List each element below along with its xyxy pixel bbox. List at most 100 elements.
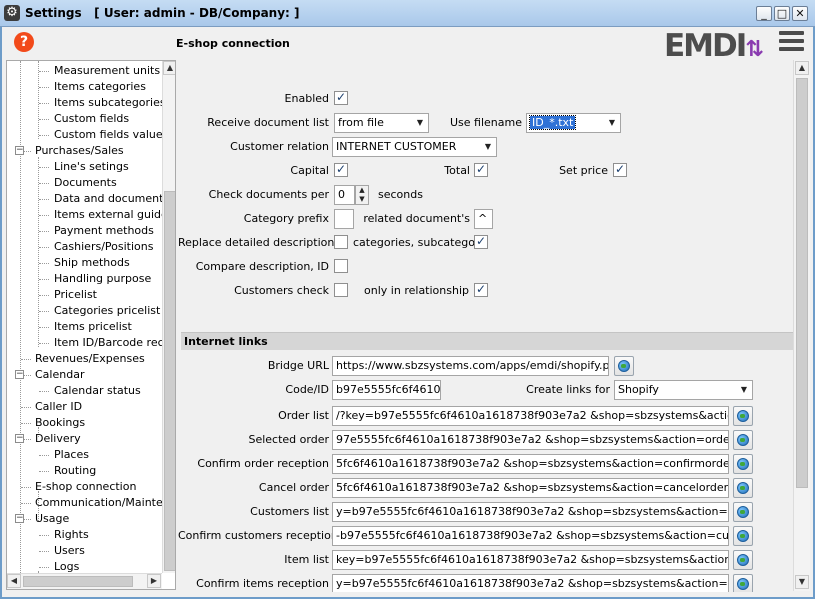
set-price-checkbox[interactable] [613,162,627,177]
tree-item[interactable]: Calendar status [52,383,141,399]
collapse-icon[interactable]: − [15,370,24,379]
collapse-icon[interactable]: − [15,434,24,443]
tree-connector [39,71,49,72]
bridge-url-input[interactable]: https://www.sbzsystems.com/apps/emdi/sho… [332,356,609,376]
total-checkbox[interactable] [474,162,488,177]
eshop-connection-form: Enabled Receive document list from file ▼… [178,60,793,592]
settings-tree[interactable]: Measurement units Items categories Items s… [6,60,176,590]
check-documents-input[interactable]: 0 [334,185,355,205]
check-documents-spinner[interactable]: ▲ ▼ [355,185,369,205]
tree-item[interactable]: Measurement units [52,63,160,79]
only-in-relationship-checkbox[interactable] [474,282,488,297]
globe-icon[interactable] [733,406,753,426]
tree-item[interactable]: Items external guide [52,207,162,223]
tree-item[interactable]: Payment methods [52,223,154,239]
main-scroll-down-button[interactable]: ▼ [795,575,809,589]
tree-item[interactable]: Data and documents c [52,191,162,207]
tree-item[interactable]: Bookings [33,415,85,431]
main-scroll-up-button[interactable]: ▲ [795,61,809,75]
tree-item[interactable]: Delivery [33,431,81,447]
globe-icon[interactable] [733,454,753,474]
collapse-icon[interactable]: − [15,514,24,523]
tree-item[interactable]: Pricelist [52,287,97,303]
tree-item[interactable]: Logs [52,559,79,573]
hamburger-menu-icon[interactable] [779,31,804,53]
tree-item[interactable]: Usage [33,511,69,527]
link-url-input[interactable]: key=b97e5555fc6f4610a1618738f903e7a2 &sh… [332,550,729,570]
create-links-select[interactable]: Shopify ▼ [614,380,753,400]
tree-item[interactable]: Items categories [52,79,146,95]
tree-item[interactable]: Calendar [33,367,84,383]
globe-icon[interactable] [733,478,753,498]
replace-description-checkbox[interactable] [334,235,348,249]
globe-icon[interactable] [614,356,634,376]
tree-item[interactable]: Routing [52,463,96,479]
link-url-input[interactable]: y=b97e5555fc6f4610a1618738f903e7a2 &shop… [332,574,729,592]
tree-item[interactable]: Items pricelist [52,319,132,335]
categories-subcategories-checkbox[interactable] [474,234,488,249]
tree-item[interactable]: Users [52,543,85,559]
tree-item[interactable]: Purchases/Sales [33,143,124,159]
check-documents-label: Check documents per [208,188,329,201]
spin-up-icon[interactable]: ▲ [356,186,368,195]
globe-icon[interactable] [733,502,753,522]
globe-icon[interactable] [733,430,753,450]
tree-item[interactable]: E-shop connection [33,479,136,495]
customers-check-checkbox[interactable] [334,283,348,297]
tree-item[interactable]: Caller ID [33,399,82,415]
tree-item[interactable]: Line's setings [52,159,129,175]
receive-doc-list-select[interactable]: from file ▼ [334,113,429,133]
tree-item[interactable]: Custom fields values [52,127,162,143]
close-button[interactable]: ✕ [792,6,808,21]
link-url-input[interactable]: y=b97e5555fc6f4610a1618738f903e7a2 &shop… [332,502,729,522]
collapse-icon[interactable]: − [15,146,24,155]
capital-checkbox[interactable] [334,162,348,177]
tree-item[interactable]: Handling purpose [52,271,151,287]
tree-item[interactable]: Documents [52,175,117,191]
tree-item[interactable]: Places [52,447,89,463]
scroll-left-button[interactable]: ◀ [7,574,21,588]
link-url-input[interactable]: 5fc6f4610a1618738f903e7a2 &shop=sbzsyste… [332,454,729,474]
help-icon[interactable]: ? [14,32,34,52]
tree-connector [21,407,31,408]
tree-item[interactable]: Rights [52,527,89,543]
customer-relation-select[interactable]: INTERNET CUSTOMER ▼ [332,137,497,157]
tree-item[interactable]: Categories pricelist [52,303,160,319]
tree-horizontal-scrollbar[interactable]: ◀ ▶ [7,573,162,589]
tree-item[interactable]: Revenues/Expenses [33,351,145,367]
create-links-value: Shopify [618,383,659,396]
tree-scroll-thumb[interactable] [164,191,175,571]
globe-icon[interactable] [733,550,753,570]
code-id-input[interactable]: b97e5555fc6f4610a1 [332,380,441,400]
tree-item[interactable]: Communication/Maintenan [33,495,162,511]
tree-vertical-scrollbar[interactable]: ▲ [162,61,175,573]
compare-description-checkbox[interactable] [334,259,348,273]
tree-hscroll-thumb[interactable] [23,576,133,587]
link-url-input[interactable]: -b97e5555fc6f4610a1618738f903e7a2 &shop=… [332,526,729,546]
globe-icon[interactable] [733,574,753,592]
chevron-down-icon: ▼ [412,114,428,132]
tree-item[interactable]: Item ID/Barcode recog [52,335,162,351]
enabled-checkbox[interactable] [334,90,348,105]
link-url-input[interactable]: 5fc6f4610a1618738f903e7a2 &shop=sbzsyste… [332,478,729,498]
scroll-right-button[interactable]: ▶ [147,574,161,588]
tree-item[interactable]: Custom fields [52,111,129,127]
main-vertical-scrollbar[interactable]: ▲ ▼ [793,60,810,591]
maximize-button[interactable]: □ [774,6,790,21]
scroll-up-button[interactable]: ▲ [163,61,175,75]
related-documents-input[interactable]: ^ [474,209,493,229]
minimize-button[interactable]: _ [756,6,772,21]
link-url-input[interactable]: /?key=b97e5555fc6f4610a1618738f903e7a2 &… [332,406,729,426]
category-prefix-input[interactable] [334,209,354,229]
receive-doc-list-value: from file [338,116,384,129]
tree-item-label: Users [54,544,85,557]
tree-item[interactable]: Ship methods [52,255,130,271]
spin-down-icon[interactable]: ▼ [356,195,368,204]
use-filename-select[interactable]: ID_*.txt ▼ [526,113,621,133]
tree-item[interactable]: Items subcategories [52,95,162,111]
globe-icon[interactable] [733,526,753,546]
main-scroll-thumb[interactable] [796,78,808,488]
window-titlebar[interactable]: ⚙ Settings [ User: admin - DB/Company: ]… [0,0,815,27]
link-url-input[interactable]: 97e5555fc6f4610a1618738f903e7a2 &shop=sb… [332,430,729,450]
tree-item[interactable]: Cashiers/Positions [52,239,153,255]
